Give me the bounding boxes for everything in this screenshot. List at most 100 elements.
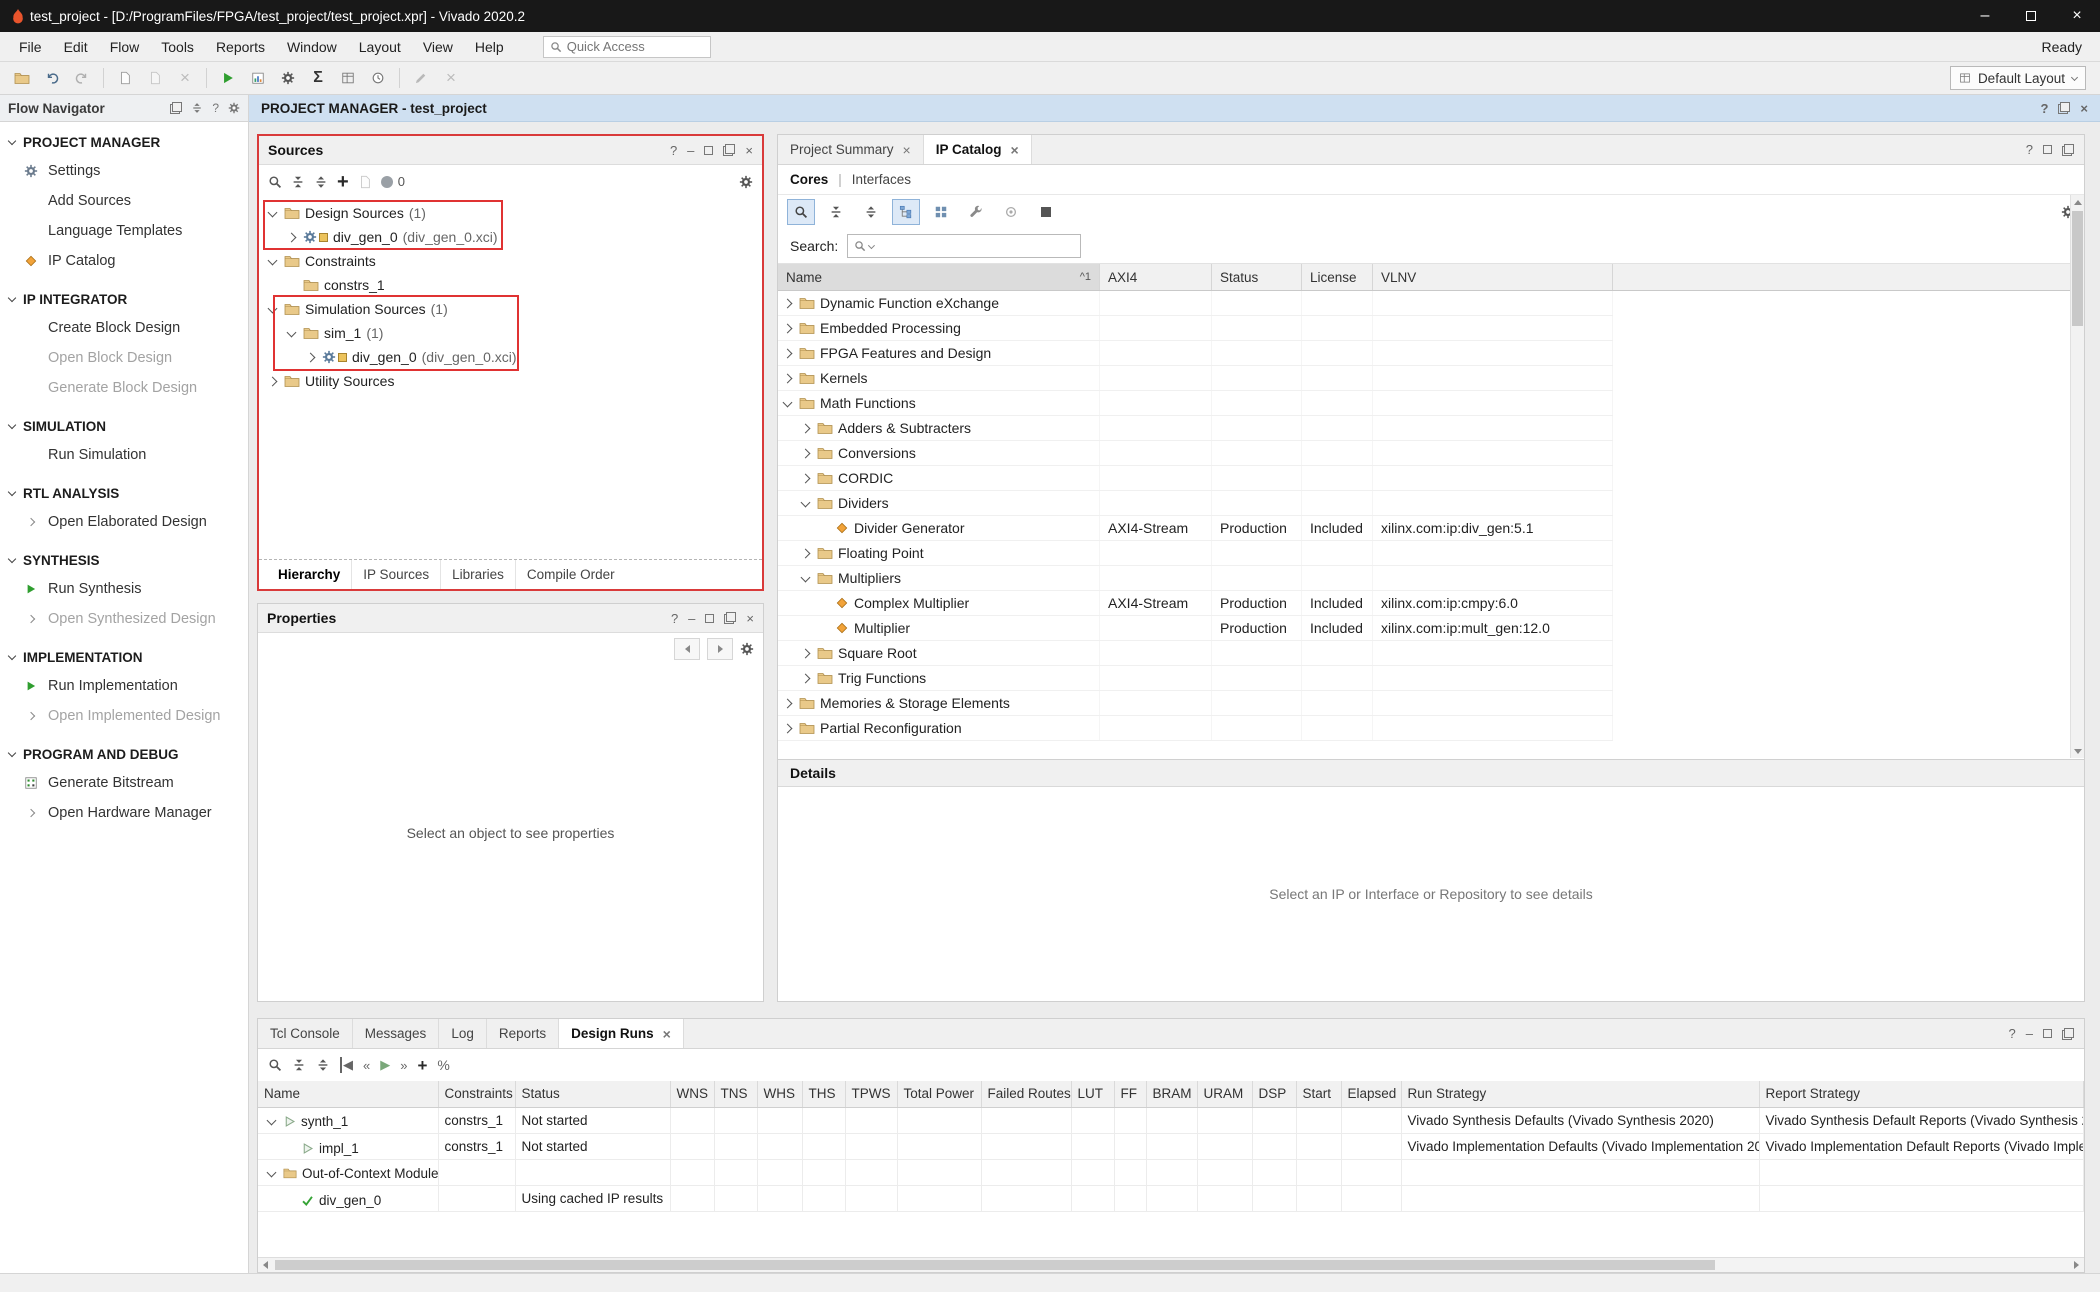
- column-header-name[interactable]: Name^1: [778, 264, 1100, 290]
- edit-file-icon[interactable]: [358, 175, 372, 189]
- runs-column-wns[interactable]: WNS: [670, 1081, 714, 1107]
- sidebar-item-open-hardware-manager[interactable]: Open Hardware Manager: [0, 798, 248, 828]
- expand-arrow[interactable]: [780, 700, 794, 707]
- runs-column-elapsed[interactable]: Elapsed: [1341, 1081, 1401, 1107]
- sidebar-section-header[interactable]: RTL ANALYSIS: [0, 479, 248, 507]
- tree-item-sim-1[interactable]: sim_1(1): [259, 321, 762, 345]
- minimize-icon[interactable]: –: [688, 611, 695, 626]
- gear-icon[interactable]: [228, 102, 240, 114]
- minimize-icon[interactable]: –: [2026, 1026, 2033, 1041]
- menu-reports[interactable]: Reports: [205, 32, 276, 61]
- sidebar-section-header[interactable]: SIMULATION: [0, 412, 248, 440]
- expand-arrow[interactable]: [780, 375, 794, 382]
- runs-column-failed-routes[interactable]: Failed Routes: [981, 1081, 1071, 1107]
- expand-arrow[interactable]: [798, 450, 812, 457]
- menu-layout[interactable]: Layout: [348, 32, 412, 61]
- tab-messages[interactable]: Messages: [353, 1019, 440, 1048]
- catalog-row-multiplier[interactable]: MultiplierProductionIncludedxilinx.com:i…: [778, 616, 1613, 641]
- tab-log[interactable]: Log: [439, 1019, 487, 1048]
- column-header-vlnv[interactable]: VLNV: [1373, 264, 1613, 290]
- search-icon[interactable]: [268, 175, 282, 189]
- runs-column-dsp[interactable]: DSP: [1252, 1081, 1296, 1107]
- tree-item-div-gen-0[interactable]: div_gen_0(div_gen_0.xci): [259, 225, 762, 249]
- scroll-down-arrow[interactable]: [2071, 744, 2084, 758]
- tab-design-runs[interactable]: Design Runs×: [559, 1019, 684, 1048]
- run-row-out-of-context-module-runs[interactable]: Out-of-Context Module Runs: [258, 1159, 2084, 1185]
- search-icon[interactable]: [268, 1058, 282, 1072]
- runs-column-ths[interactable]: THS: [802, 1081, 845, 1107]
- cancel-button[interactable]: ×: [437, 65, 465, 91]
- menu-tools[interactable]: Tools: [150, 32, 205, 61]
- expand-arrow[interactable]: [798, 425, 812, 432]
- percent-icon[interactable]: %: [437, 1057, 449, 1073]
- float-icon[interactable]: [2062, 144, 2074, 156]
- expand-arrow[interactable]: [265, 307, 279, 312]
- tree-item-design-sources[interactable]: Design Sources(1): [259, 201, 762, 225]
- customize-ip-button[interactable]: [962, 199, 990, 225]
- redo-button[interactable]: [68, 65, 96, 91]
- catalog-row-partial-reconfiguration[interactable]: Partial Reconfiguration: [778, 716, 1613, 741]
- sources-tab-ip-sources[interactable]: IP Sources: [351, 560, 440, 589]
- close-icon[interactable]: ×: [903, 142, 911, 158]
- expand-arrow[interactable]: [265, 211, 279, 216]
- run-button[interactable]: [214, 65, 242, 91]
- sidebar-section-header[interactable]: IMPLEMENTATION: [0, 643, 248, 671]
- back-button[interactable]: [674, 638, 700, 660]
- close-icon[interactable]: ×: [745, 143, 753, 158]
- runs-column-constraints[interactable]: Constraints: [438, 1081, 515, 1107]
- menu-flow[interactable]: Flow: [99, 32, 151, 61]
- stop-button[interactable]: [1032, 199, 1060, 225]
- paste-button[interactable]: [141, 65, 169, 91]
- menu-window[interactable]: Window: [276, 32, 348, 61]
- tree-item-div-gen-0[interactable]: div_gen_0(div_gen_0.xci): [259, 345, 762, 369]
- sources-tab-hierarchy[interactable]: Hierarchy: [267, 560, 351, 589]
- runs-column-ff[interactable]: FF: [1114, 1081, 1146, 1107]
- menu-view[interactable]: View: [412, 32, 464, 61]
- delete-button[interactable]: ×: [171, 65, 199, 91]
- sidebar-section-header[interactable]: PROGRAM AND DEBUG: [0, 740, 248, 768]
- undo-button[interactable]: [38, 65, 66, 91]
- gear-icon[interactable]: [740, 642, 754, 656]
- tab-ip-catalog[interactable]: IP Catalog×: [924, 135, 1032, 164]
- sidebar-item-ip-catalog[interactable]: IP Catalog: [0, 246, 248, 276]
- float-icon[interactable]: [2062, 1028, 2074, 1040]
- runs-column-name[interactable]: Name: [258, 1081, 438, 1107]
- catalog-search-input-box[interactable]: [847, 234, 1081, 258]
- scrollbar-thumb[interactable]: [275, 1260, 1715, 1270]
- open-folder-button[interactable]: [8, 65, 36, 91]
- catalog-row-divider-generator[interactable]: Divider GeneratorAXI4-StreamProductionIn…: [778, 516, 1613, 541]
- catalog-row-conversions[interactable]: Conversions: [778, 441, 1613, 466]
- expand-arrow[interactable]: [798, 475, 812, 482]
- catalog-search-input[interactable]: [877, 239, 1074, 254]
- catalog-row-dynamic-function-exchange[interactable]: Dynamic Function eXchange: [778, 291, 1613, 316]
- ip-settings-button[interactable]: [927, 199, 955, 225]
- catalog-row-adders-subtracters[interactable]: Adders & Subtracters: [778, 416, 1613, 441]
- runs-column-run-strategy[interactable]: Run Strategy: [1401, 1081, 1759, 1107]
- maximize-icon[interactable]: [2043, 145, 2052, 154]
- expand-all-icon[interactable]: [314, 175, 328, 189]
- scrollbar-thumb[interactable]: [2072, 211, 2083, 326]
- expand-arrow[interactable]: [780, 725, 794, 732]
- sources-tab-libraries[interactable]: Libraries: [440, 560, 515, 589]
- layout-selector[interactable]: Default Layout: [1950, 66, 2086, 90]
- table-button[interactable]: [334, 65, 362, 91]
- add-sources-icon[interactable]: +: [337, 172, 349, 192]
- maximize-icon[interactable]: [704, 146, 713, 155]
- sidebar-item-settings[interactable]: Settings: [0, 156, 248, 186]
- launch-runs-icon[interactable]: ▶: [380, 1057, 390, 1073]
- minimize-button[interactable]: –: [1962, 0, 2008, 32]
- menu-file[interactable]: File: [8, 32, 53, 61]
- runs-column-uram[interactable]: URAM: [1197, 1081, 1252, 1107]
- sidebar-section-header[interactable]: SYNTHESIS: [0, 546, 248, 574]
- tab-reports[interactable]: Reports: [487, 1019, 559, 1048]
- catalog-row-memories-storage-elements[interactable]: Memories & Storage Elements: [778, 691, 1613, 716]
- expand-arrow[interactable]: [284, 234, 298, 241]
- generate-button[interactable]: [997, 199, 1025, 225]
- sources-panel-header[interactable]: Sources ? – ×: [259, 136, 762, 165]
- expand-arrow[interactable]: [798, 550, 812, 557]
- tree-item-constraints[interactable]: Constraints: [259, 249, 762, 273]
- scroll-right-arrow[interactable]: [2069, 1258, 2084, 1272]
- catalog-row-multipliers[interactable]: Multipliers: [778, 566, 1613, 591]
- expand-arrow[interactable]: [264, 1171, 278, 1176]
- quick-access-search[interactable]: [543, 36, 711, 58]
